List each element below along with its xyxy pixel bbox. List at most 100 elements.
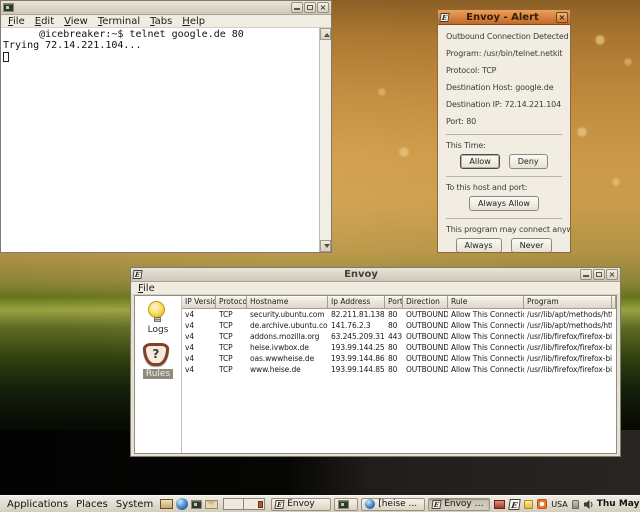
column-header[interactable]: Hostname: [247, 296, 328, 309]
always-button[interactable]: Always: [456, 238, 502, 252]
terminal-window: File Edit View Terminal Tabs Help @icebr…: [0, 0, 332, 253]
tray-notes-icon[interactable]: [524, 500, 533, 509]
table-row[interactable]: v4TCPde.archive.ubuntu.com141.76.2.380OU…: [182, 320, 616, 331]
tray-camera-icon[interactable]: [494, 500, 505, 509]
table-cell: v4: [182, 331, 216, 342]
terminal-launcher-icon[interactable]: [191, 500, 202, 509]
deny-button[interactable]: Deny: [509, 154, 548, 169]
host-port-label: To this host and port:: [446, 183, 562, 192]
table-row[interactable]: v4TCPaddons.mozilla.org63.245.209.31443O…: [182, 331, 616, 342]
table-cell: TCP: [216, 342, 247, 353]
always-allow-button[interactable]: Always Allow: [469, 196, 539, 211]
table-cell: TCP: [216, 331, 247, 342]
sidebar-item-label: Rules: [143, 369, 173, 379]
terminal-prompt-line: @icebreaker:~$ telnet google.de 80: [3, 29, 317, 40]
maximize-button[interactable]: [593, 269, 605, 280]
table-cell: 63.245.209.31: [328, 331, 385, 342]
allow-button[interactable]: Allow: [460, 154, 499, 169]
table-cell: v4: [182, 364, 216, 375]
table-cell: TCP: [216, 353, 247, 364]
table-cell: 80: [385, 309, 403, 320]
close-button[interactable]: [606, 269, 618, 280]
table-cell: /usr/lib/firefox/firefox-bin: [524, 353, 612, 364]
column-header[interactable]: Port: [385, 296, 403, 309]
table-cell: /usr/lib/firefox/firefox-bin: [524, 331, 612, 342]
panel-clock[interactable]: Thu May 10, 13:06: [597, 499, 640, 509]
terminal-titlebar[interactable]: [1, 1, 331, 15]
table-cell: TCP: [216, 364, 247, 375]
anywhere-label: This program may connect anywhere:: [446, 225, 562, 234]
table-cell: 443: [385, 331, 403, 342]
column-header[interactable]: Ip Address: [328, 296, 385, 309]
alert-titlebar[interactable]: Envoy - Alert: [438, 10, 570, 25]
envoy-tray-icon[interactable]: [508, 499, 521, 510]
scroll-up-button[interactable]: [320, 28, 331, 40]
applications-menu[interactable]: Applications: [3, 499, 72, 510]
alert-body: Outbound Connection Detected Program: /u…: [438, 25, 570, 252]
alert-detected-text: Outbound Connection Detected: [446, 32, 562, 41]
table-cell: 193.99.144.86: [328, 353, 385, 364]
mail-launcher-icon[interactable]: [205, 500, 218, 509]
envoy-sidebar: Logs ? Rules: [135, 296, 181, 453]
column-header[interactable]: Direction: [403, 296, 448, 309]
screenshot-launcher-icon[interactable]: [160, 499, 173, 509]
table-row[interactable]: v4TCPsecurity.ubuntu.com82.211.81.13880O…: [182, 309, 616, 320]
taskbar-button-terminal[interactable]: [334, 498, 358, 511]
table-row[interactable]: v4TCPoas.wwwheise.de193.99.144.8680OUTBO…: [182, 353, 616, 364]
table-cell: OUTBOUND: [403, 320, 448, 331]
divider: [446, 218, 562, 219]
table-cell: OUTBOUND: [403, 364, 448, 375]
menu-file[interactable]: File: [3, 16, 30, 27]
minimize-button[interactable]: [580, 269, 592, 280]
table-cell: de.archive.ubuntu.com: [247, 320, 328, 331]
update-notifier-icon[interactable]: [537, 499, 547, 509]
menu-edit[interactable]: Edit: [30, 16, 59, 27]
table-row[interactable]: v4TCPwww.heise.de193.99.144.8580OUTBOUND…: [182, 364, 616, 375]
column-header[interactable]: IP Version: [182, 296, 216, 309]
table-cell: Allow This Connection: [448, 320, 524, 331]
menu-file[interactable]: File: [133, 283, 160, 294]
close-icon[interactable]: [556, 12, 568, 23]
browser-launcher-icon[interactable]: [176, 498, 188, 510]
input-method-icon[interactable]: [572, 500, 579, 509]
never-button[interactable]: Never: [511, 238, 553, 252]
menu-help[interactable]: Help: [177, 16, 210, 27]
table-cell: 80: [385, 353, 403, 364]
table-cell: /usr/lib/apt/methods/http: [524, 320, 612, 331]
sidebar-item-logs[interactable]: Logs: [148, 299, 169, 335]
menu-terminal[interactable]: Terminal: [93, 16, 145, 27]
table-cell: Allow This Connection: [448, 353, 524, 364]
menu-tabs[interactable]: Tabs: [145, 16, 177, 27]
places-menu[interactable]: Places: [72, 499, 112, 510]
system-menu[interactable]: System: [112, 499, 157, 510]
table-row[interactable]: v4TCPheise.ivwbox.de193.99.144.25080OUTB…: [182, 342, 616, 353]
menu-view[interactable]: View: [59, 16, 93, 27]
workspace-2[interactable]: [244, 499, 264, 509]
sidebar-item-rules[interactable]: ? Rules: [143, 335, 173, 379]
table-cell: addons.mozilla.org: [247, 331, 328, 342]
table-cell: Allow This Connection: [448, 309, 524, 320]
volume-icon[interactable]: [583, 499, 594, 510]
workspace-switcher[interactable]: [223, 498, 265, 510]
maximize-button[interactable]: [304, 2, 316, 13]
column-header[interactable]: Rule: [448, 296, 524, 309]
envoy-titlebar[interactable]: Envoy: [131, 268, 620, 282]
envoy-icon: [439, 13, 449, 22]
taskbar-button-browser[interactable]: [heise ...: [361, 498, 425, 511]
taskbar-button-envoy-alert[interactable]: Envoy -...: [428, 498, 490, 511]
table-cell: OUTBOUND: [403, 342, 448, 353]
minimize-button[interactable]: [291, 2, 303, 13]
terminal-scrollbar[interactable]: [319, 28, 331, 252]
taskbar-button-envoy[interactable]: Envoy: [271, 498, 331, 511]
scroll-down-button[interactable]: [320, 240, 331, 252]
close-button[interactable]: [317, 2, 329, 13]
column-header[interactable]: Protocol: [216, 296, 247, 309]
workspace-1[interactable]: [224, 499, 244, 509]
workspace-window: [258, 501, 263, 508]
keyboard-layout-indicator[interactable]: USA: [551, 500, 568, 509]
terminal-content[interactable]: @icebreaker:~$ telnet google.de 80 Tryin…: [1, 28, 331, 252]
column-header[interactable]: Program: [524, 296, 612, 309]
bulb-icon: [148, 301, 165, 318]
table-cell: v4: [182, 320, 216, 331]
divider: [446, 176, 562, 177]
